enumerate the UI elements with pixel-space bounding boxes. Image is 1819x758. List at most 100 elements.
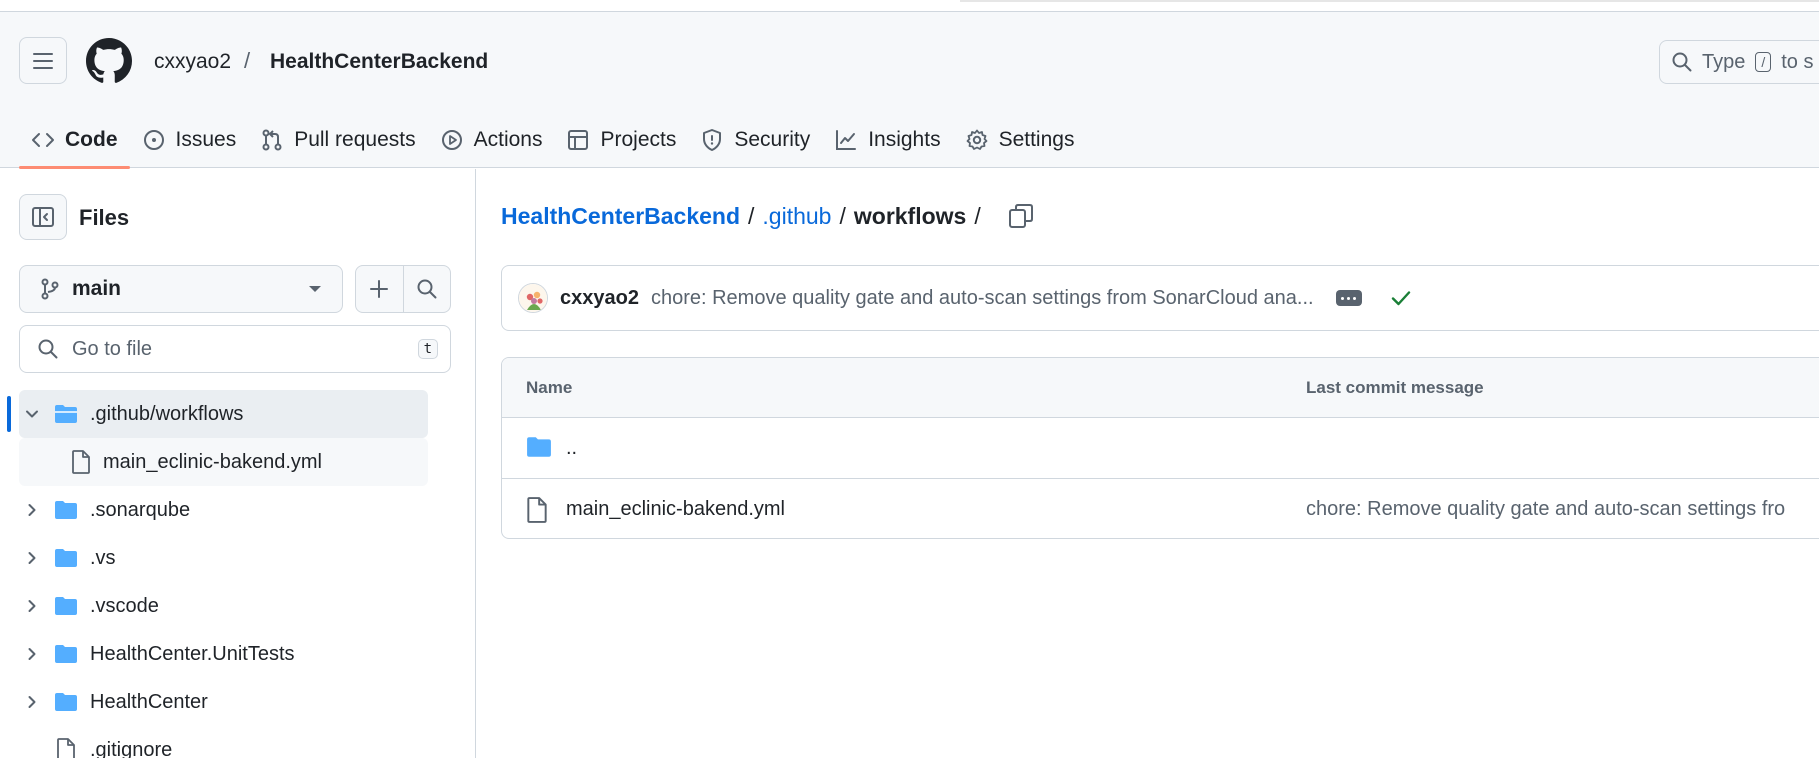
tree-item-main-eclinic-bakend-yml[interactable]: main_eclinic-bakend.yml [0, 438, 476, 486]
row-name[interactable]: .. [566, 437, 577, 460]
tree-item-vs[interactable]: .vs [0, 534, 476, 582]
top-strip-line [960, 0, 1819, 2]
search-shortcut-key: / [1755, 52, 1772, 72]
graph-icon [836, 130, 857, 150]
go-to-file-input[interactable]: Go to file t [19, 325, 451, 373]
tab-settings[interactable]: Settings [953, 112, 1087, 168]
search-icon [38, 339, 58, 359]
add-file-button[interactable] [356, 266, 403, 312]
folder-icon [55, 645, 77, 663]
go-to-file-shortcut: t [417, 339, 438, 359]
chevron-right-icon[interactable] [24, 550, 40, 566]
folder-icon [55, 501, 77, 519]
breadcrumb-separator: / [839, 203, 846, 229]
branch-name: main [72, 277, 122, 300]
tree-item-github-workflows[interactable]: .github/workflows [0, 390, 476, 438]
file-icon [72, 450, 90, 474]
tab-code[interactable]: Code [19, 112, 130, 169]
tab-label: Code [65, 128, 118, 151]
avatar-flowers-icon [519, 284, 547, 312]
tree-item-gitignore[interactable]: .gitignore [0, 726, 476, 758]
tree-item-label: main_eclinic-bakend.yml [103, 450, 322, 473]
tree-item-healthcenter[interactable]: HealthCenter [0, 678, 476, 726]
tab-projects[interactable]: Projects [554, 112, 688, 168]
tab-security[interactable]: Security [688, 112, 822, 168]
repo-nav: Code Issues Pull requests Actions Projec… [19, 112, 1087, 169]
tab-label: Issues [175, 128, 237, 151]
breadcrumb-separator: / [748, 203, 755, 229]
tree-item-label: HealthCenter.UnitTests [90, 642, 295, 665]
breadcrumb-repo[interactable]: HealthCenterBackend [270, 50, 488, 74]
tab-label: Settings [998, 128, 1075, 151]
code-icon [32, 133, 54, 147]
expand-commit-button[interactable] [1335, 290, 1362, 306]
commit-author[interactable]: cxxyao2 [560, 287, 639, 310]
chevron-right-icon[interactable] [24, 598, 40, 614]
breadcrumb-current: workflows [853, 203, 967, 229]
menu-button[interactable] [19, 37, 67, 84]
issue-icon [143, 130, 164, 150]
tab-label: Insights [868, 128, 941, 151]
tree-item-healthcenter-unittests[interactable]: HealthCenter.UnitTests [0, 630, 476, 678]
commit-message[interactable]: chore: Remove quality gate and auto-scan… [651, 287, 1314, 310]
tree-item-label: .gitignore [90, 738, 173, 758]
search-prefix: Type [1702, 50, 1746, 73]
directory-breadcrumb: HealthCenterBackend / .github / workflow… [501, 203, 981, 230]
github-logo-icon[interactable] [86, 38, 132, 84]
search-input[interactable]: Type / to s [1659, 40, 1819, 84]
file-icon [527, 497, 547, 523]
go-to-file-placeholder: Go to file [72, 337, 153, 360]
chevron-right-icon[interactable] [24, 694, 40, 710]
row-message[interactable]: chore: Remove quality gate and auto-scan… [1306, 498, 1785, 521]
file-actions-group [355, 265, 451, 313]
plus-icon [370, 280, 389, 298]
table-icon [568, 130, 589, 150]
file-tree-sidebar: Files main Go to file t .github/workflow… [0, 169, 476, 758]
selected-indicator [7, 396, 11, 432]
main-content: HealthCenterBackend / .github / workflow… [477, 169, 1819, 758]
breadcrumb-owner[interactable]: cxxyao2 [154, 50, 231, 74]
sidebar-collapse-icon [32, 207, 54, 227]
chevron-down-icon[interactable] [24, 406, 40, 422]
tab-label: Projects [600, 128, 677, 151]
files-title: Files [79, 205, 130, 230]
tree-item-vscode[interactable]: .vscode [0, 582, 476, 630]
gear-icon [966, 129, 987, 150]
folder-icon [527, 437, 551, 457]
tree-item-label: .sonarqube [90, 498, 191, 521]
search-files-button[interactable] [402, 266, 451, 312]
column-message-header: Last commit message [1306, 378, 1484, 397]
tab-label: Actions [473, 128, 543, 151]
copy-path-icon[interactable] [1006, 201, 1036, 231]
tab-actions[interactable]: Actions [428, 112, 555, 168]
chevron-right-icon[interactable] [24, 646, 40, 662]
check-icon[interactable] [1390, 287, 1412, 309]
search-icon [1672, 52, 1692, 72]
caret-down-icon [309, 286, 321, 292]
chevron-right-icon[interactable] [24, 502, 40, 518]
table-row[interactable]: .. [502, 418, 1819, 478]
breadcrumb-separator: / [244, 48, 251, 73]
search-icon [417, 279, 437, 299]
tab-issues[interactable]: Issues [130, 112, 249, 168]
branch-icon [41, 278, 59, 300]
tab-pull-requests[interactable]: Pull requests [248, 112, 427, 168]
avatar[interactable] [518, 283, 548, 313]
row-name[interactable]: main_eclinic-bakend.yml [566, 498, 785, 521]
breadcrumb-github-link[interactable]: .github [762, 203, 831, 230]
tab-insights[interactable]: Insights [822, 112, 952, 168]
file-icon [57, 738, 75, 758]
browser-top-strip [0, 0, 1819, 12]
collapse-sidebar-button[interactable] [19, 194, 67, 240]
hamburger-icon [33, 52, 53, 69]
breadcrumb-root-link[interactable]: HealthCenterBackend [501, 203, 740, 230]
table-row[interactable]: main_eclinic-bakend.yml chore: Remove qu… [502, 478, 1819, 538]
breadcrumb-separator: / [974, 203, 981, 229]
repo-header: cxxyao2 / HealthCenterBackend Type / to … [0, 12, 1819, 169]
tree-item-label: HealthCenter [90, 690, 208, 713]
tree-item-sonarqube[interactable]: .sonarqube [0, 486, 476, 534]
tree-item-label: .github/workflows [90, 402, 244, 425]
pull-request-icon [262, 129, 282, 151]
branch-selector[interactable]: main [19, 265, 343, 313]
tree-item-label: .vs [90, 546, 116, 569]
